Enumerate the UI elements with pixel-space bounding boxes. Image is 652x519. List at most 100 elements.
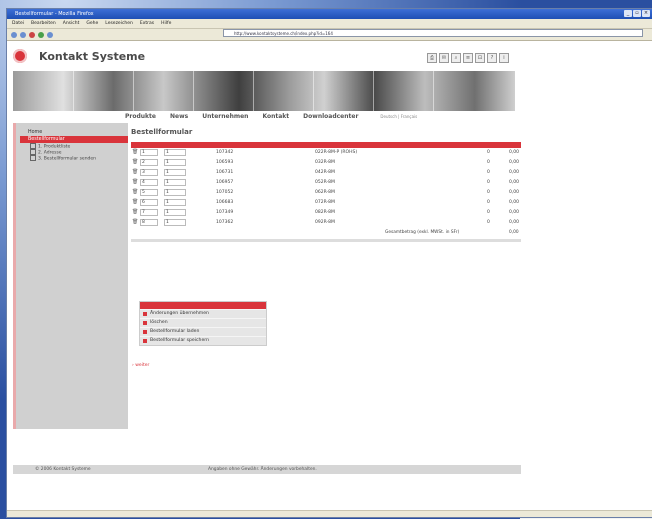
trash-icon[interactable]: 🗑: [132, 180, 138, 185]
article-description: 022R-8M-P (ROHS): [315, 150, 358, 155]
position-input[interactable]: 7: [140, 209, 158, 216]
sidebar: Home Bestellformular 1. Produktliste 2. …: [13, 123, 128, 429]
table-row: 🗑 8 1 107362 092R-8M 0 0,00: [131, 218, 521, 228]
article-number: 107349: [216, 210, 234, 215]
mail-icon[interactable]: ✉: [439, 53, 449, 63]
article-description: 082R-8M: [315, 210, 335, 215]
trash-icon[interactable]: 🗑: [132, 220, 138, 225]
site-logo-text[interactable]: Kontakt Systeme: [39, 50, 145, 63]
reload-icon[interactable]: [38, 31, 44, 38]
minimize-button[interactable]: _: [624, 10, 632, 17]
menu-bearbeiten[interactable]: Bearbeiten: [31, 21, 56, 26]
line-total: 0,00: [509, 160, 520, 165]
quantity-input[interactable]: 1: [164, 189, 186, 196]
quantity-input[interactable]: 1: [164, 159, 186, 166]
article-description: 032R-8M: [315, 160, 335, 165]
bullet-icon: [143, 330, 147, 334]
main-nav: Produkte News Unternehmen Kontakt Downlo…: [125, 111, 521, 121]
trash-icon[interactable]: 🗑: [132, 190, 138, 195]
trash-icon[interactable]: 🗑: [132, 210, 138, 215]
position-input[interactable]: 4: [140, 179, 158, 186]
info-icon[interactable]: i: [499, 53, 509, 63]
article-description: 062R-8M: [315, 190, 335, 195]
menu-datei[interactable]: Datei: [12, 21, 24, 26]
quantity-input[interactable]: 1: [164, 179, 186, 186]
browser-window: Bestellformular - Mozilla Firefox _ ▫ × …: [6, 8, 652, 518]
actions-header: [140, 302, 266, 309]
line-total: 0,00: [509, 180, 520, 185]
copyright: © 2006 Kontakt Systeme: [35, 467, 91, 472]
address-bar[interactable]: http://www.kontaktsysteme.ch/index.php?i…: [223, 29, 643, 37]
quantity-input[interactable]: 1: [164, 219, 186, 226]
load-form-button[interactable]: Bestellformular laden: [140, 327, 266, 336]
quantity-input[interactable]: 1: [164, 209, 186, 216]
position-input[interactable]: 5: [140, 189, 158, 196]
back-icon[interactable]: [11, 31, 17, 38]
forward-icon[interactable]: [20, 31, 26, 38]
window-title: Bestellformular - Mozilla Firefox: [15, 11, 94, 17]
menu-hilfe[interactable]: Hilfe: [161, 21, 171, 26]
menu-extras[interactable]: Extras: [140, 21, 154, 26]
apply-changes-button[interactable]: Änderungen übernehmen: [140, 309, 266, 318]
bullet-icon: [143, 339, 147, 343]
bullet-icon: [143, 321, 147, 325]
menu-ansicht[interactable]: Ansicht: [63, 21, 80, 26]
unit-price: 0: [487, 220, 490, 225]
search-icon[interactable]: ⌕: [451, 53, 461, 63]
save-form-button[interactable]: Bestellformular speichern: [140, 336, 266, 345]
unit-price: 0: [487, 210, 490, 215]
close-button[interactable]: ×: [642, 10, 650, 17]
trash-icon[interactable]: 🗑: [132, 200, 138, 205]
line-total: 0,00: [509, 170, 520, 175]
trash-icon[interactable]: 🗑: [132, 160, 138, 165]
delete-button[interactable]: löschen: [140, 318, 266, 327]
arrow-icon: ›: [132, 363, 134, 368]
line-total: 0,00: [509, 200, 520, 205]
position-input[interactable]: 6: [140, 199, 158, 206]
position-input[interactable]: 8: [140, 219, 158, 226]
article-number: 107362: [216, 220, 234, 225]
position-input[interactable]: 3: [140, 169, 158, 176]
article-description: 042R-8M: [315, 170, 335, 175]
unit-price: 0: [487, 180, 490, 185]
nav-kontakt[interactable]: Kontakt: [262, 113, 289, 120]
line-total: 0,00: [509, 220, 520, 225]
language-switch[interactable]: Deutsch | Français: [380, 114, 417, 119]
position-input[interactable]: 2: [140, 159, 158, 166]
cart-icon[interactable]: ⊡: [475, 53, 485, 63]
menu-gehe[interactable]: Gehe: [86, 21, 98, 26]
actions-panel: Änderungen übernehmen löschen Bestellfor…: [139, 301, 267, 346]
stop-icon[interactable]: [29, 31, 35, 38]
logo-icon: [13, 49, 27, 63]
article-number: 107052: [216, 190, 234, 195]
next-link[interactable]: › weiter: [132, 363, 149, 368]
position-input[interactable]: 1: [140, 149, 158, 156]
nav-news[interactable]: News: [170, 113, 188, 120]
help-icon[interactable]: ?: [487, 53, 497, 63]
nav-produkte[interactable]: Produkte: [125, 113, 156, 120]
nav-unternehmen[interactable]: Unternehmen: [202, 113, 248, 120]
total-row: Gesamtbetrag (exkl. MWSt. in SFr) 0,00: [131, 228, 521, 237]
sidebar-sub-senden[interactable]: 3. Bestellformular senden: [16, 155, 128, 162]
article-number: 106957: [216, 180, 234, 185]
home-icon[interactable]: [47, 31, 53, 38]
unit-price: 0: [487, 200, 490, 205]
trash-icon[interactable]: 🗑: [132, 150, 138, 155]
sidebar-item-home[interactable]: Home: [16, 129, 128, 136]
quantity-input[interactable]: 1: [164, 169, 186, 176]
trash-icon[interactable]: 🗑: [132, 170, 138, 175]
content-area: Home Bestellformular 1. Produktliste 2. …: [13, 123, 521, 517]
sitemap-icon[interactable]: ≡: [463, 53, 473, 63]
maximize-button[interactable]: ▫: [633, 10, 641, 17]
quantity-input[interactable]: 1: [164, 149, 186, 156]
table-row: 🗑 4 1 106957 052R-8M 0 0,00: [131, 178, 521, 188]
quantity-input[interactable]: 1: [164, 199, 186, 206]
print-icon[interactable]: ⎙: [427, 53, 437, 63]
unit-price: 0: [487, 150, 490, 155]
article-description: 092R-8M: [315, 220, 335, 225]
disclaimer: Angaben ohne Gewähr. Änderungen vorbehal…: [208, 467, 317, 472]
sidebar-item-bestellformular[interactable]: Bestellformular: [20, 136, 128, 143]
table-row: 🗑 1 1 107342 022R-8M-P (ROHS) 0 0,00: [131, 148, 521, 158]
nav-downloadcenter[interactable]: Downloadcenter: [303, 113, 358, 120]
menu-lesezeichen[interactable]: Lesezeichen: [105, 21, 133, 26]
